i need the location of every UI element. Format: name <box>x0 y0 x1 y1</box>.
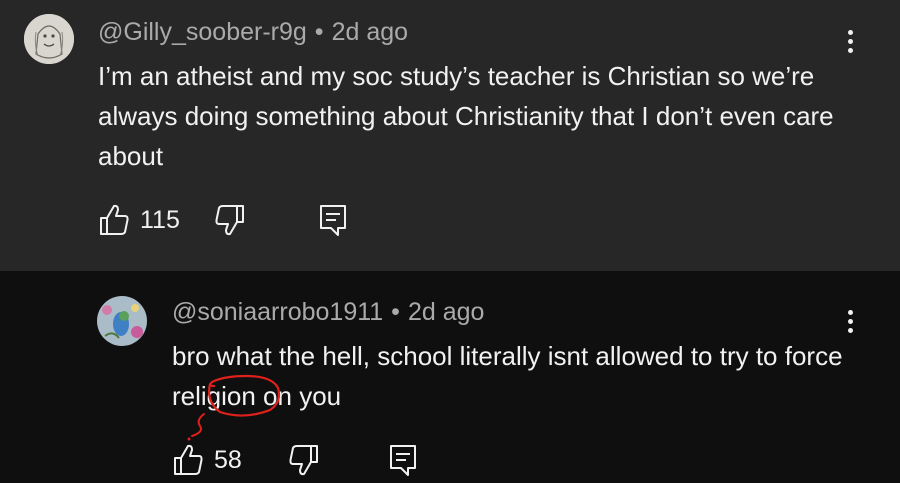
comment-text-after: religion on you <box>172 381 342 411</box>
dislike-button[interactable] <box>288 443 320 477</box>
more-vertical-icon[interactable] <box>845 30 857 57</box>
like-count: 58 <box>214 445 242 474</box>
comment-timestamp[interactable]: 2d ago <box>332 18 408 46</box>
comment-text: I’m an atheist and my soc study’s teache… <box>98 61 834 171</box>
comment-meta: @Gilly_soober-r9g • 2d ago <box>98 18 408 47</box>
comment-meta: @soniaarrobo1911 • 2d ago <box>172 298 484 327</box>
reply-comment-icon <box>320 205 346 236</box>
like-button[interactable]: 58 <box>172 443 242 477</box>
thumbs-up-icon <box>100 204 129 235</box>
separator-dot: • <box>314 18 324 46</box>
like-button[interactable]: 115 <box>98 203 180 237</box>
separator-dot: • <box>391 298 400 326</box>
highlighted-word: force <box>784 341 843 371</box>
like-count: 115 <box>140 205 180 234</box>
dislike-button[interactable] <box>214 203 246 237</box>
thumbs-down-icon <box>289 445 318 476</box>
comment-timestamp[interactable]: 2d ago <box>408 298 484 326</box>
comment-text-before: bro what the hell, school literally isnt… <box>172 341 785 371</box>
author-handle[interactable]: @soniaarrobo1911 <box>172 298 383 326</box>
reply-button[interactable] <box>388 443 418 477</box>
author-handle[interactable]: @Gilly_soober-r9g <box>98 18 307 46</box>
comment-text: bro what the hell, school literally isnt… <box>172 336 872 416</box>
reply-comment-icon <box>390 445 416 476</box>
more-vertical-icon[interactable] <box>845 310 857 337</box>
avatar[interactable] <box>24 14 74 64</box>
thumbs-up-icon <box>174 444 203 475</box>
avatar[interactable] <box>97 296 147 346</box>
thumbs-down-icon <box>215 205 244 236</box>
comment-top-level: @Gilly_soober-r9g • 2d ago I’m an atheist … <box>0 0 900 271</box>
reply-button[interactable] <box>318 203 348 237</box>
